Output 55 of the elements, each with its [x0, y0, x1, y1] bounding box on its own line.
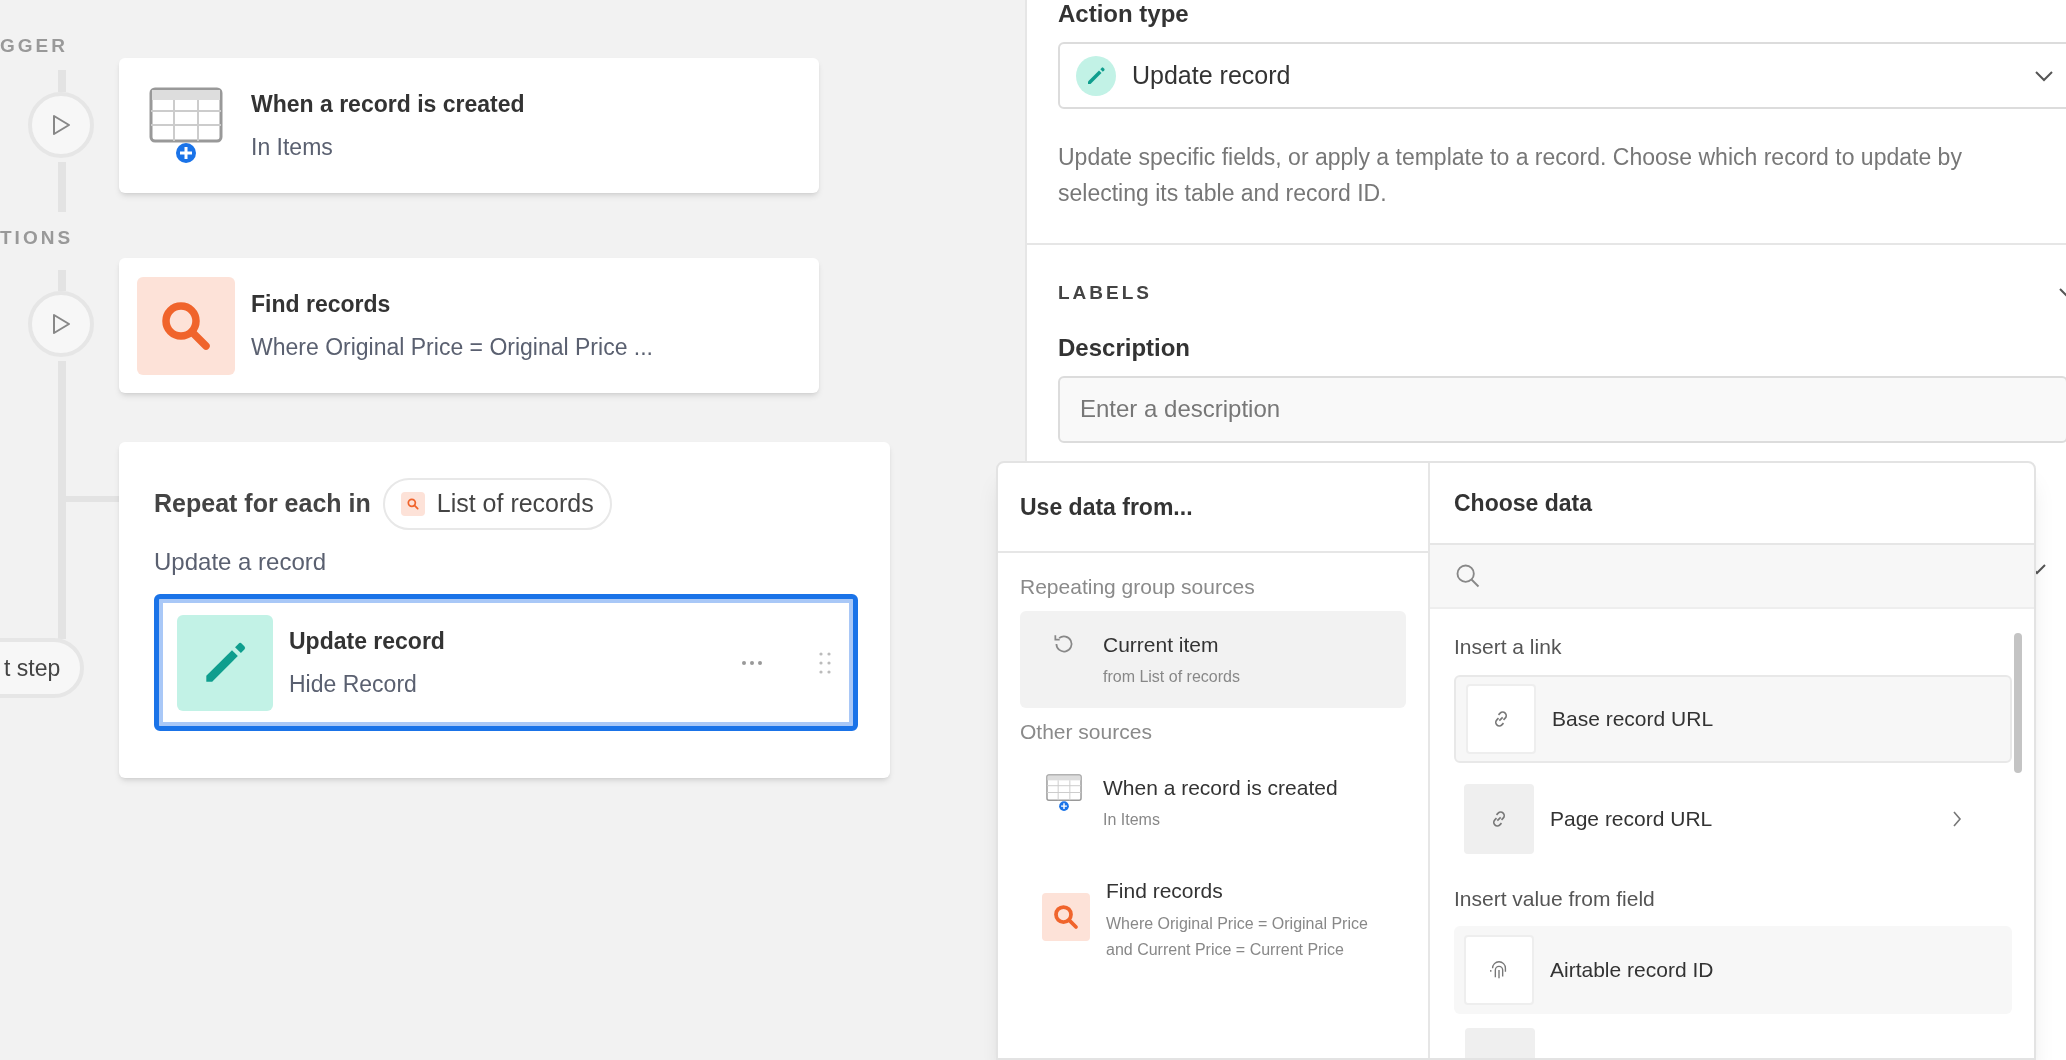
item-subtitle: In Items: [1102, 810, 1161, 830]
section-heading: LABELS: [1058, 281, 1152, 305]
table-add-icon: [1046, 773, 1083, 812]
step-card[interactable]: When a record is created In Items: [119, 58, 819, 193]
scrollbar[interactable]: [2014, 633, 2022, 773]
item-title: When a record is created: [1102, 774, 1339, 801]
step-title: Update record: [289, 627, 446, 656]
search-field[interactable]: [1430, 545, 2034, 609]
field-label: Description: [1058, 332, 1192, 363]
link-icon: [1466, 683, 1536, 754]
option-label: Page record URL: [1550, 805, 1714, 832]
step-title: Find records: [251, 290, 392, 319]
action-type-dropdown[interactable]: Update record: [1058, 42, 2066, 109]
step-subtitle: In Items: [251, 132, 334, 162]
item-title: Find records: [1106, 878, 1224, 904]
group-heading: Other sources: [1020, 719, 1153, 745]
data-option[interactable]: Base record URL: [1454, 674, 2012, 763]
repeat-subtitle: Update a record: [154, 547, 328, 577]
group-heading: Repeating group sources: [1020, 574, 1256, 600]
repeat-title: Repeat for each in: [154, 488, 371, 520]
option-label: Airtable record ID: [1550, 957, 1715, 984]
step-subtitle: Where Original Price = Original Price ...: [251, 332, 653, 362]
dropdown-value: Update record: [1132, 59, 1292, 91]
pencil-icon: [1076, 55, 1116, 96]
table-add-icon: [149, 86, 223, 165]
item-subtitle: from List of records: [1102, 667, 1241, 687]
item-subtitle: Where Original Price = Original Price and Current Price = Current Price: [1106, 913, 1369, 960]
source-item[interactable]: Current item from List of records: [1020, 610, 1406, 708]
help-text: Update specific fields, or apply a template to a record. Choose which record to update by selecting its table and record ID.: [1058, 143, 1963, 208]
source-chip[interactable]: List of records: [382, 478, 612, 530]
search-icon: [137, 276, 235, 375]
search-icon: [400, 492, 425, 516]
step-card[interactable]: Update record Hide Record: [154, 594, 858, 731]
fingerprint-icon: [1464, 935, 1534, 1005]
section-label: GGER: [0, 34, 68, 58]
section-heading: Insert value from field: [1454, 885, 1656, 912]
data-option[interactable]: Airtable record ID: [1454, 926, 2012, 1014]
popup-title: Choose data: [1454, 488, 1593, 518]
popup-title: Use data from...: [1020, 492, 1193, 522]
section-heading: Insert a link: [1454, 634, 1563, 660]
drag-handle-icon[interactable]: [819, 651, 831, 674]
option-label: Base record URL: [1552, 705, 1715, 732]
add-step-button[interactable]: t step: [0, 638, 85, 698]
description-field[interactable]: Enter a description: [1058, 375, 2066, 443]
field-label: Action type: [1058, 0, 1190, 29]
pencil-icon: [177, 614, 273, 711]
item-title: Current item: [1102, 631, 1220, 658]
link-icon: [1464, 783, 1534, 854]
more-icon[interactable]: [741, 659, 763, 666]
search-icon: [1042, 893, 1090, 941]
section-label: TIONS: [0, 226, 74, 250]
step-card[interactable]: Find records Where Original Price = Original Price ...: [119, 258, 819, 393]
step-title: When a record is created: [251, 90, 525, 119]
step-subtitle: Hide Record: [289, 669, 418, 699]
chip-label: List of records: [436, 488, 594, 520]
